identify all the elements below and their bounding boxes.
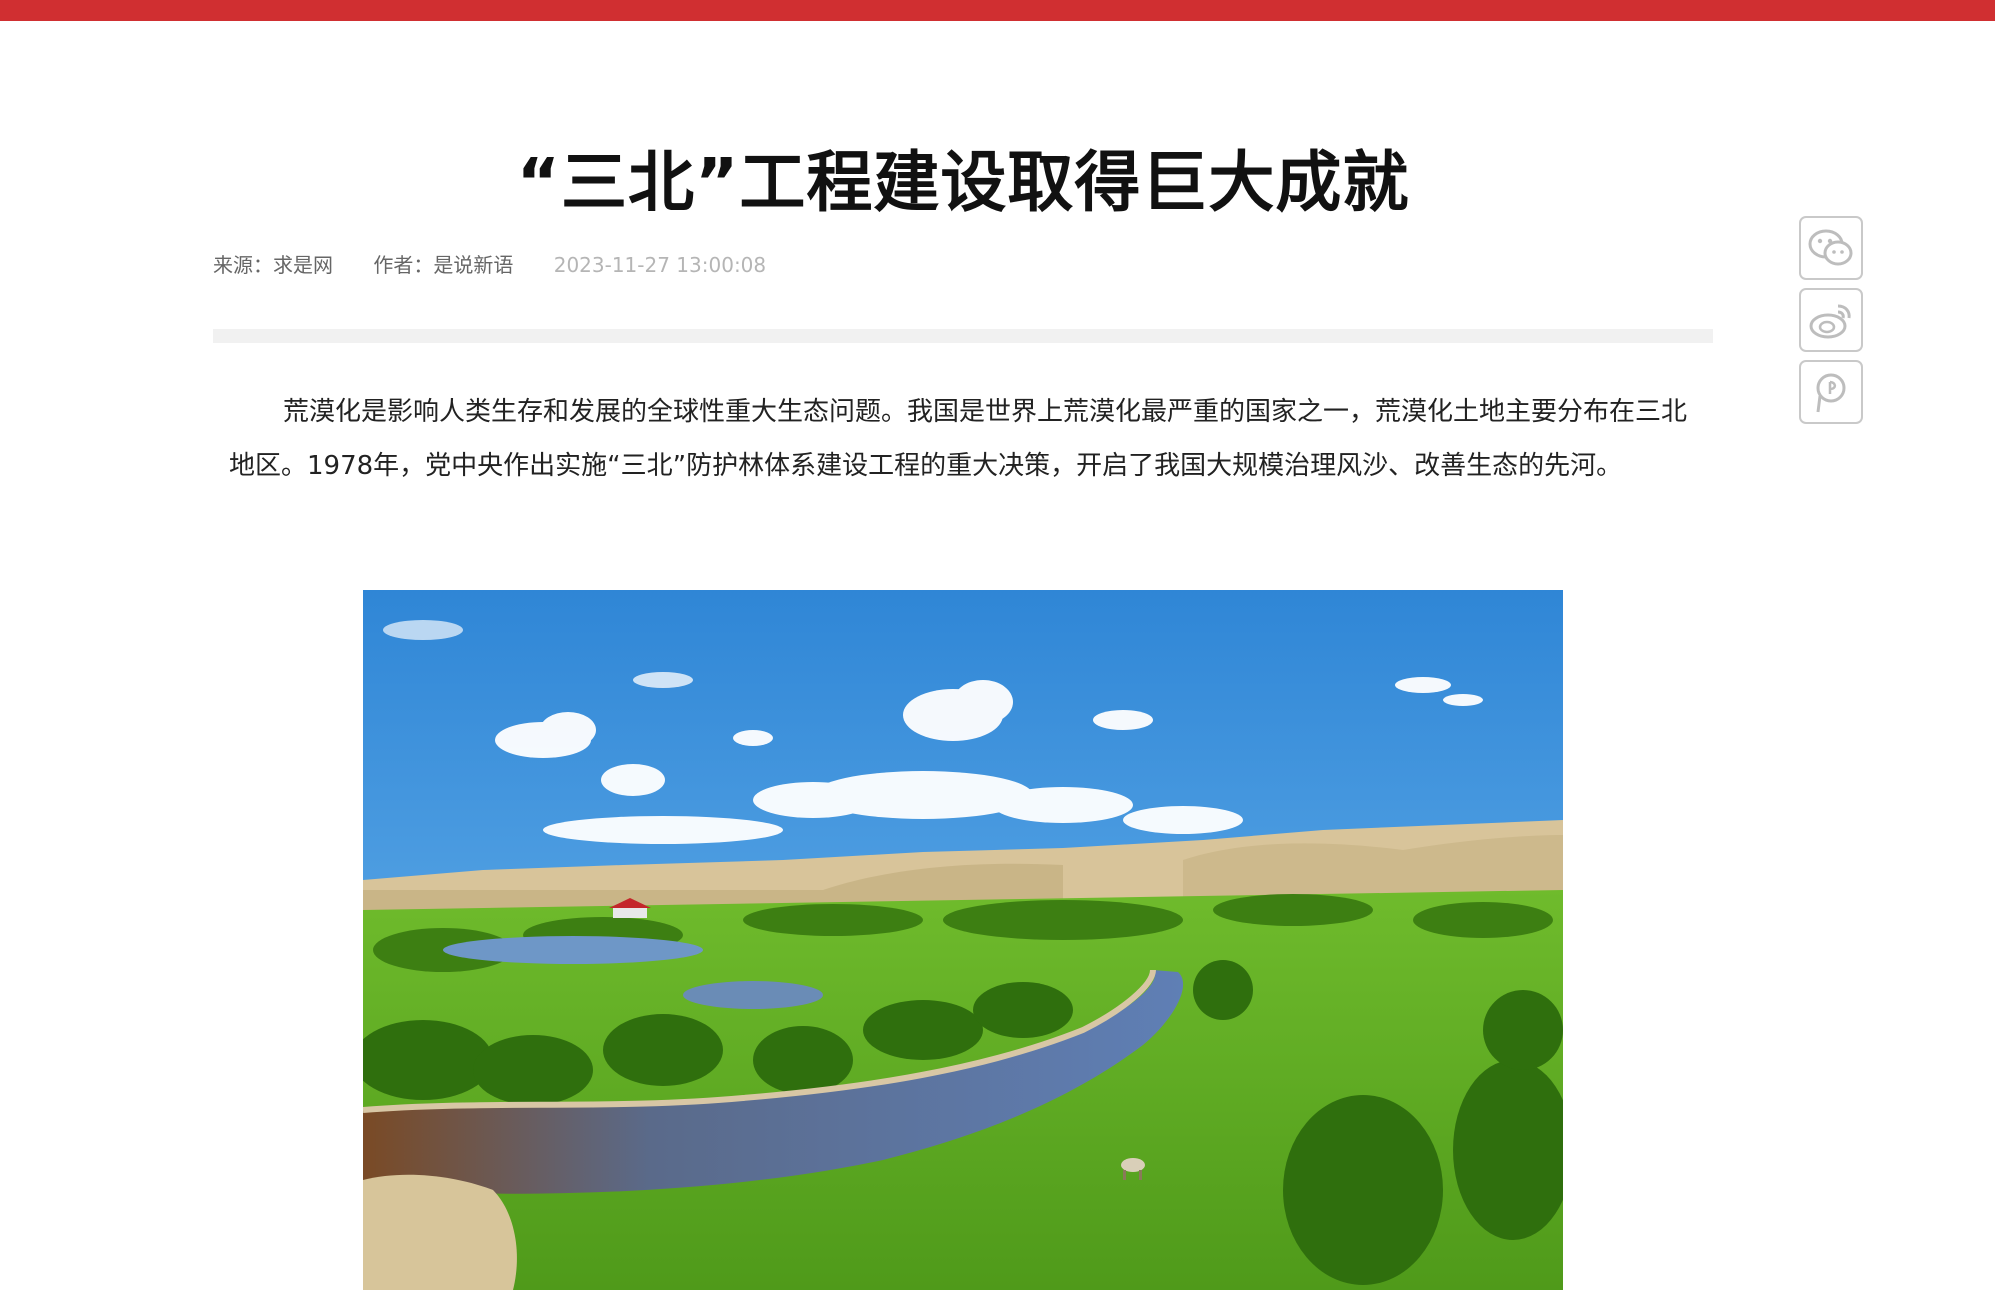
wechat-icon [1808, 229, 1853, 266]
article-author: 作者：是说新语 [373, 253, 514, 277]
share-wechat-button[interactable] [1799, 216, 1863, 280]
article-body: 荒漠化是影响人类生存和发展的全球性重大生态问题。我国是世界上荒漠化最严重的国家之… [229, 385, 1709, 493]
article-title: “三北”工程建设取得巨大成就 [516, 144, 1410, 221]
top-accent-bar [0, 0, 1995, 21]
pyq-icon [1816, 373, 1846, 413]
divider [213, 329, 1713, 343]
article-paragraph: 荒漠化是影响人类生存和发展的全球性重大生态问题。我国是世界上荒漠化最严重的国家之… [229, 397, 1688, 481]
weibo-icon [1809, 304, 1851, 339]
share-bar [1799, 216, 1863, 432]
article-photo [363, 590, 1563, 1290]
share-weibo-button[interactable] [1799, 288, 1863, 352]
article-date: 2023-11-27 13:00:08 [553, 253, 767, 277]
article-meta: 来源：求是网 作者：是说新语 2023-11-27 13:00:08 [213, 251, 766, 279]
share-pyq-button[interactable] [1799, 360, 1863, 424]
article-source: 来源：求是网 [213, 253, 333, 277]
